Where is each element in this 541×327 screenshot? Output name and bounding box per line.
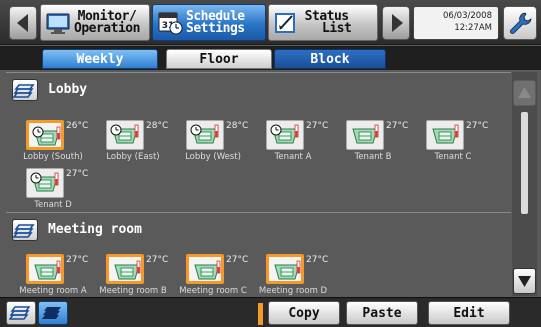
unit-tile[interactable]: 27°C Meeting room C xyxy=(174,254,252,296)
unit-tile[interactable]: 27°C Meeting room A xyxy=(14,254,92,296)
unit-temperature: 28°C xyxy=(146,121,169,131)
paste-button[interactable]: Paste xyxy=(346,301,418,325)
group-header-lobby[interactable]: Lobby xyxy=(6,72,511,106)
unit-temperature: 26°C xyxy=(66,121,89,131)
monitor-icon xyxy=(46,13,70,34)
unit-name: Tenant D xyxy=(34,200,72,210)
monitor-operation-label: Monitor/ Operation xyxy=(74,8,140,36)
unit-name: Lobby (West) xyxy=(185,152,241,162)
indoor-unit-icon xyxy=(26,254,64,284)
unit-name: Tenant A xyxy=(274,152,312,162)
stack-view-button[interactable] xyxy=(38,301,68,325)
indoor-unit-icon xyxy=(266,120,304,150)
unit-temperature: 27°C xyxy=(306,255,329,265)
tab-floor[interactable]: Floor xyxy=(166,49,272,69)
prev-arrow-icon xyxy=(17,14,28,32)
edit-button[interactable]: Edit xyxy=(428,301,510,325)
next-arrow-icon xyxy=(392,14,403,32)
unit-temperature: 27°C xyxy=(386,121,409,131)
group-icon xyxy=(12,219,38,241)
unit-temperature: 28°C xyxy=(226,121,249,131)
previous-menu-button[interactable] xyxy=(9,6,37,40)
indoor-unit-icon xyxy=(186,120,224,150)
scroll-up-icon xyxy=(518,87,531,98)
unit-tile[interactable]: 27°C Tenant C xyxy=(414,120,492,164)
group-icon xyxy=(12,79,38,101)
unit-name: Lobby (East) xyxy=(106,152,160,162)
unit-tile[interactable]: 26°C Lobby (South) xyxy=(14,120,92,164)
date-text: 06/03/2008 xyxy=(443,11,492,21)
unit-tile[interactable]: 28°C Lobby (West) xyxy=(174,120,252,164)
calendar-icon: 31 xyxy=(158,12,183,34)
unit-name: Meeting room D xyxy=(258,286,328,296)
indoor-unit-icon xyxy=(346,120,384,150)
status-list-button[interactable]: Status List xyxy=(268,4,378,41)
schedule-settings-button[interactable]: 31 Schedule Settings xyxy=(152,4,266,41)
group-name: Lobby xyxy=(48,82,88,97)
unit-name: Meeting room A xyxy=(19,286,87,296)
tab-weekly[interactable]: Weekly xyxy=(42,49,158,69)
scroll-thumb[interactable] xyxy=(521,112,528,214)
schedule-settings-label: Schedule Settings xyxy=(186,8,245,36)
group-list: Lobby 26°C Lobby (South) 28°C Lobby (East) 2… xyxy=(6,72,511,296)
unit-tile[interactable]: 27°C Tenant A xyxy=(254,120,332,164)
unit-temperature: 27°C xyxy=(306,121,329,131)
indoor-unit-icon xyxy=(266,254,304,284)
unit-tile[interactable]: 28°C Lobby (East) xyxy=(94,120,172,164)
unit-tile[interactable]: 27°C Tenant D xyxy=(14,168,92,212)
indoor-unit-icon xyxy=(26,120,64,150)
indoor-unit-icon xyxy=(106,120,144,150)
group-name: Meeting room xyxy=(48,222,142,237)
next-menu-button[interactable] xyxy=(382,6,410,40)
unit-tile[interactable]: 27°C Tenant B xyxy=(334,120,412,164)
indoor-unit-icon xyxy=(106,254,144,284)
time-text: 12:27AM xyxy=(454,23,492,33)
indoor-unit-icon xyxy=(186,254,224,284)
unit-temperature: 27°C xyxy=(466,121,489,131)
unit-tile[interactable]: 27°C Meeting room B xyxy=(94,254,172,296)
indoor-unit-icon xyxy=(426,120,464,150)
view-tabs: Weekly Floor Block xyxy=(0,46,541,70)
copy-source-marker xyxy=(258,303,263,325)
date-time-display: 06/03/2008 12:27AM xyxy=(413,6,499,40)
unit-temperature: 27°C xyxy=(146,255,169,265)
stack-view-icon xyxy=(42,307,61,319)
list-view-icon xyxy=(9,306,31,320)
unit-name: Meeting room C xyxy=(179,286,247,296)
maintenance-button[interactable] xyxy=(503,6,537,40)
status-list-label: Status List xyxy=(304,8,352,36)
unit-name: Tenant B xyxy=(354,152,392,162)
copy-button[interactable]: Copy xyxy=(268,301,340,325)
status-list-icon xyxy=(275,12,295,33)
app-window: Monitor/ Operation 31 Schedule Settings xyxy=(0,0,541,327)
unit-temperature: 27°C xyxy=(66,169,89,179)
scroll-down-icon xyxy=(518,276,531,287)
group-header-meeting-room[interactable]: Meeting room xyxy=(6,212,511,246)
wrench-icon xyxy=(510,12,532,34)
monitor-operation-button[interactable]: Monitor/ Operation xyxy=(40,4,150,41)
scroll-down-button[interactable] xyxy=(513,268,536,294)
unit-name: Tenant C xyxy=(434,152,472,162)
indoor-unit-icon xyxy=(26,168,64,198)
unit-temperature: 27°C xyxy=(226,255,249,265)
tab-block[interactable]: Block xyxy=(274,49,386,69)
unit-tile[interactable]: 27°C Meeting room D xyxy=(254,254,332,296)
list-view-button[interactable] xyxy=(6,301,36,325)
scroll-up-button[interactable] xyxy=(513,80,536,106)
top-menu-bar: Monitor/ Operation 31 Schedule Settings xyxy=(0,0,541,45)
bottom-toolbar: Copy Paste Edit xyxy=(0,297,541,327)
unit-temperature: 27°C xyxy=(66,255,89,265)
unit-name: Meeting room B xyxy=(99,286,167,296)
vertical-scrollbar[interactable] xyxy=(512,72,537,296)
unit-name: Lobby (South) xyxy=(23,152,83,162)
